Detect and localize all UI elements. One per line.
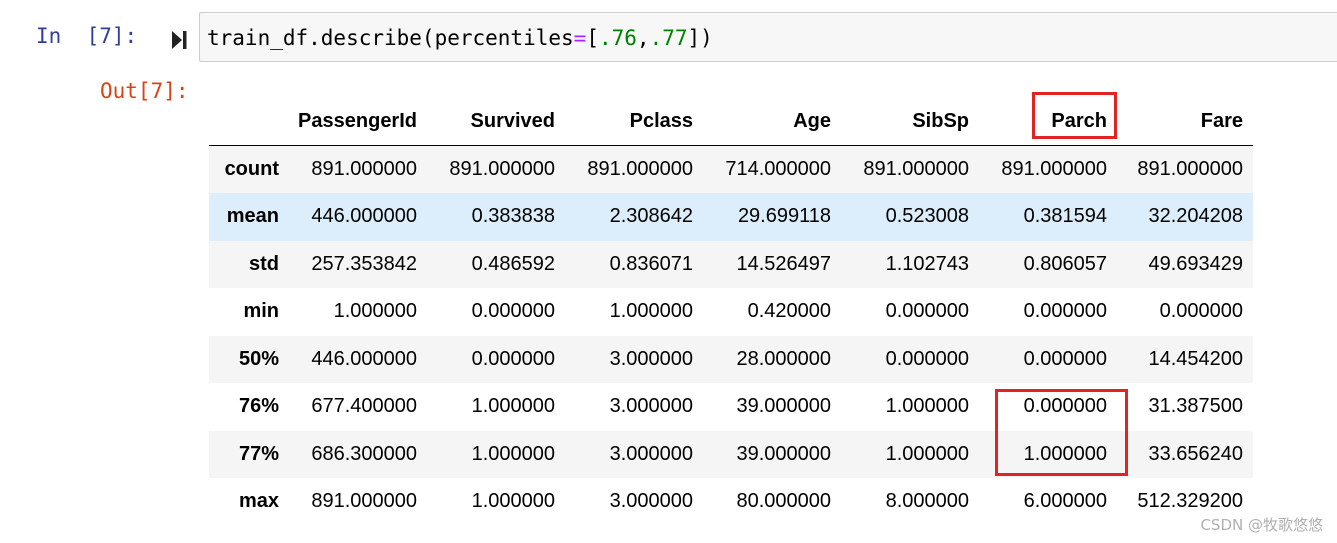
table-cell: 0.000000 <box>1023 347 1107 370</box>
table-cell: 39.000000 <box>736 395 831 418</box>
table-cell: 29.699118 <box>737 205 831 228</box>
table-cell: 1.102743 <box>885 252 969 275</box>
table-cell: 1.000000 <box>471 442 555 465</box>
row-label: max <box>238 490 279 513</box>
table-cell: 446.000000 <box>311 347 417 370</box>
column-header-index <box>209 97 289 146</box>
table-cell: 6.000000 <box>1023 490 1107 513</box>
table-cell: 446.000000 <box>311 205 417 228</box>
table-cell: 0.000000 <box>471 300 555 323</box>
table-cell: 0.000000 <box>885 347 969 370</box>
table-row: 50% 446.000000 0.000000 3.000000 28.000000 0.… <box>209 335 1253 383</box>
row-label: 50% <box>238 347 279 370</box>
table-row: mean 446.000000 0.383838 2.308642 29.699118 0… <box>209 193 1253 241</box>
code-line[interactable]: train_df.describe(percentiles=[.76,.77]) <box>207 26 713 50</box>
table-cell: 0.000000 <box>471 347 555 370</box>
row-label: 77% <box>238 442 279 465</box>
row-label: count <box>224 158 279 180</box>
table-cell: 891.000000 <box>863 158 969 180</box>
table-cell: 0.000000 <box>1023 300 1107 323</box>
table-cell: 1.000000 <box>609 300 693 323</box>
code-text: train_df.describe(percentiles <box>207 26 574 50</box>
parch-header-highlight-box <box>1032 92 1117 139</box>
table-cell: 1.000000 <box>885 395 969 418</box>
table-cell: 0.420000 <box>747 300 831 323</box>
input-prompt: In [7]: <box>36 24 138 48</box>
column-header-sibsp: SibSp <box>841 97 979 146</box>
table-cell: 0.486592 <box>471 252 555 275</box>
table-cell: 3.000000 <box>609 442 693 465</box>
table-cell: 3.000000 <box>609 395 693 418</box>
code-bracket-close: ]) <box>687 26 713 50</box>
table-cell: 891.000000 <box>1001 158 1107 180</box>
code-number: .76 <box>598 26 637 50</box>
table-cell: 80.000000 <box>736 490 831 513</box>
column-header-survived: Survived <box>427 97 565 146</box>
row-label: min <box>243 300 279 323</box>
column-header-age: Age <box>703 97 841 146</box>
table-cell: 28.000000 <box>736 347 831 370</box>
table-row: std 257.353842 0.486592 0.836071 14.526497 1.… <box>209 240 1253 288</box>
code-input-area[interactable]: train_df.describe(percentiles=[.76,.77]) <box>199 12 1337 62</box>
table-cell: 8.000000 <box>885 490 969 513</box>
table-cell: 14.454200 <box>1148 347 1243 370</box>
run-cell-icon[interactable] <box>170 28 188 52</box>
table-cell: 1.000000 <box>333 300 417 323</box>
table-cell: 0.381594 <box>1023 205 1107 228</box>
table-cell: 0.000000 <box>885 300 969 323</box>
column-header-passengerid: PassengerId <box>289 97 427 146</box>
table-cell: 891.000000 <box>587 158 693 180</box>
column-header-fare: Fare <box>1117 97 1253 146</box>
table-cell: 686.300000 <box>311 442 417 465</box>
table-cell: 33.656240 <box>1148 442 1243 465</box>
table-cell: 677.400000 <box>311 395 417 418</box>
table-cell: 0.836071 <box>609 252 693 275</box>
output-prompt: Out[7]: <box>100 79 189 103</box>
row-label: 76% <box>238 395 279 418</box>
table-cell: 49.693429 <box>1148 252 1243 275</box>
table-cell: 891.000000 <box>311 490 417 513</box>
percentile-values-highlight-box <box>995 389 1128 476</box>
row-label: std <box>249 252 279 275</box>
code-number: .77 <box>649 26 688 50</box>
table-row: max 891.000000 1.000000 3.000000 80.000000 8.… <box>209 478 1253 526</box>
column-header-pclass: Pclass <box>565 97 703 146</box>
table-row: min 1.000000 0.000000 1.000000 0.420000 0.000… <box>209 288 1253 336</box>
table-cell: 0.523008 <box>885 205 969 228</box>
watermark: CSDN @牧歌悠悠 <box>1200 516 1323 534</box>
table-cell: 0.806057 <box>1023 252 1107 275</box>
table-row: count 891.000000 891.000000 891.000000 714.0… <box>209 145 1253 193</box>
row-label: mean <box>226 205 279 228</box>
code-comma: , <box>636 26 650 50</box>
table-cell: 891.000000 <box>449 158 555 180</box>
table-cell: 891.000000 <box>311 158 417 180</box>
table-cell: 3.000000 <box>609 490 693 513</box>
table-cell: 1.000000 <box>885 442 969 465</box>
table-cell: 1.000000 <box>471 395 555 418</box>
table-cell: 891.000000 <box>1137 158 1243 180</box>
table-cell: 257.353842 <box>311 252 417 275</box>
table-cell: 31.387500 <box>1148 395 1243 418</box>
table-cell: 39.000000 <box>736 442 831 465</box>
table-cell: 2.308642 <box>609 205 693 228</box>
code-bracket-open: [ <box>586 26 599 50</box>
table-cell: 3.000000 <box>609 347 693 370</box>
table-cell: 714.000000 <box>725 158 831 180</box>
table-cell: 14.526497 <box>736 252 831 275</box>
table-cell: 1.000000 <box>471 490 555 513</box>
table-cell: 0.000000 <box>1159 300 1243 323</box>
table-cell: 0.383838 <box>471 205 555 228</box>
code-operator: = <box>573 26 587 50</box>
table-cell: 32.204208 <box>1148 205 1243 228</box>
